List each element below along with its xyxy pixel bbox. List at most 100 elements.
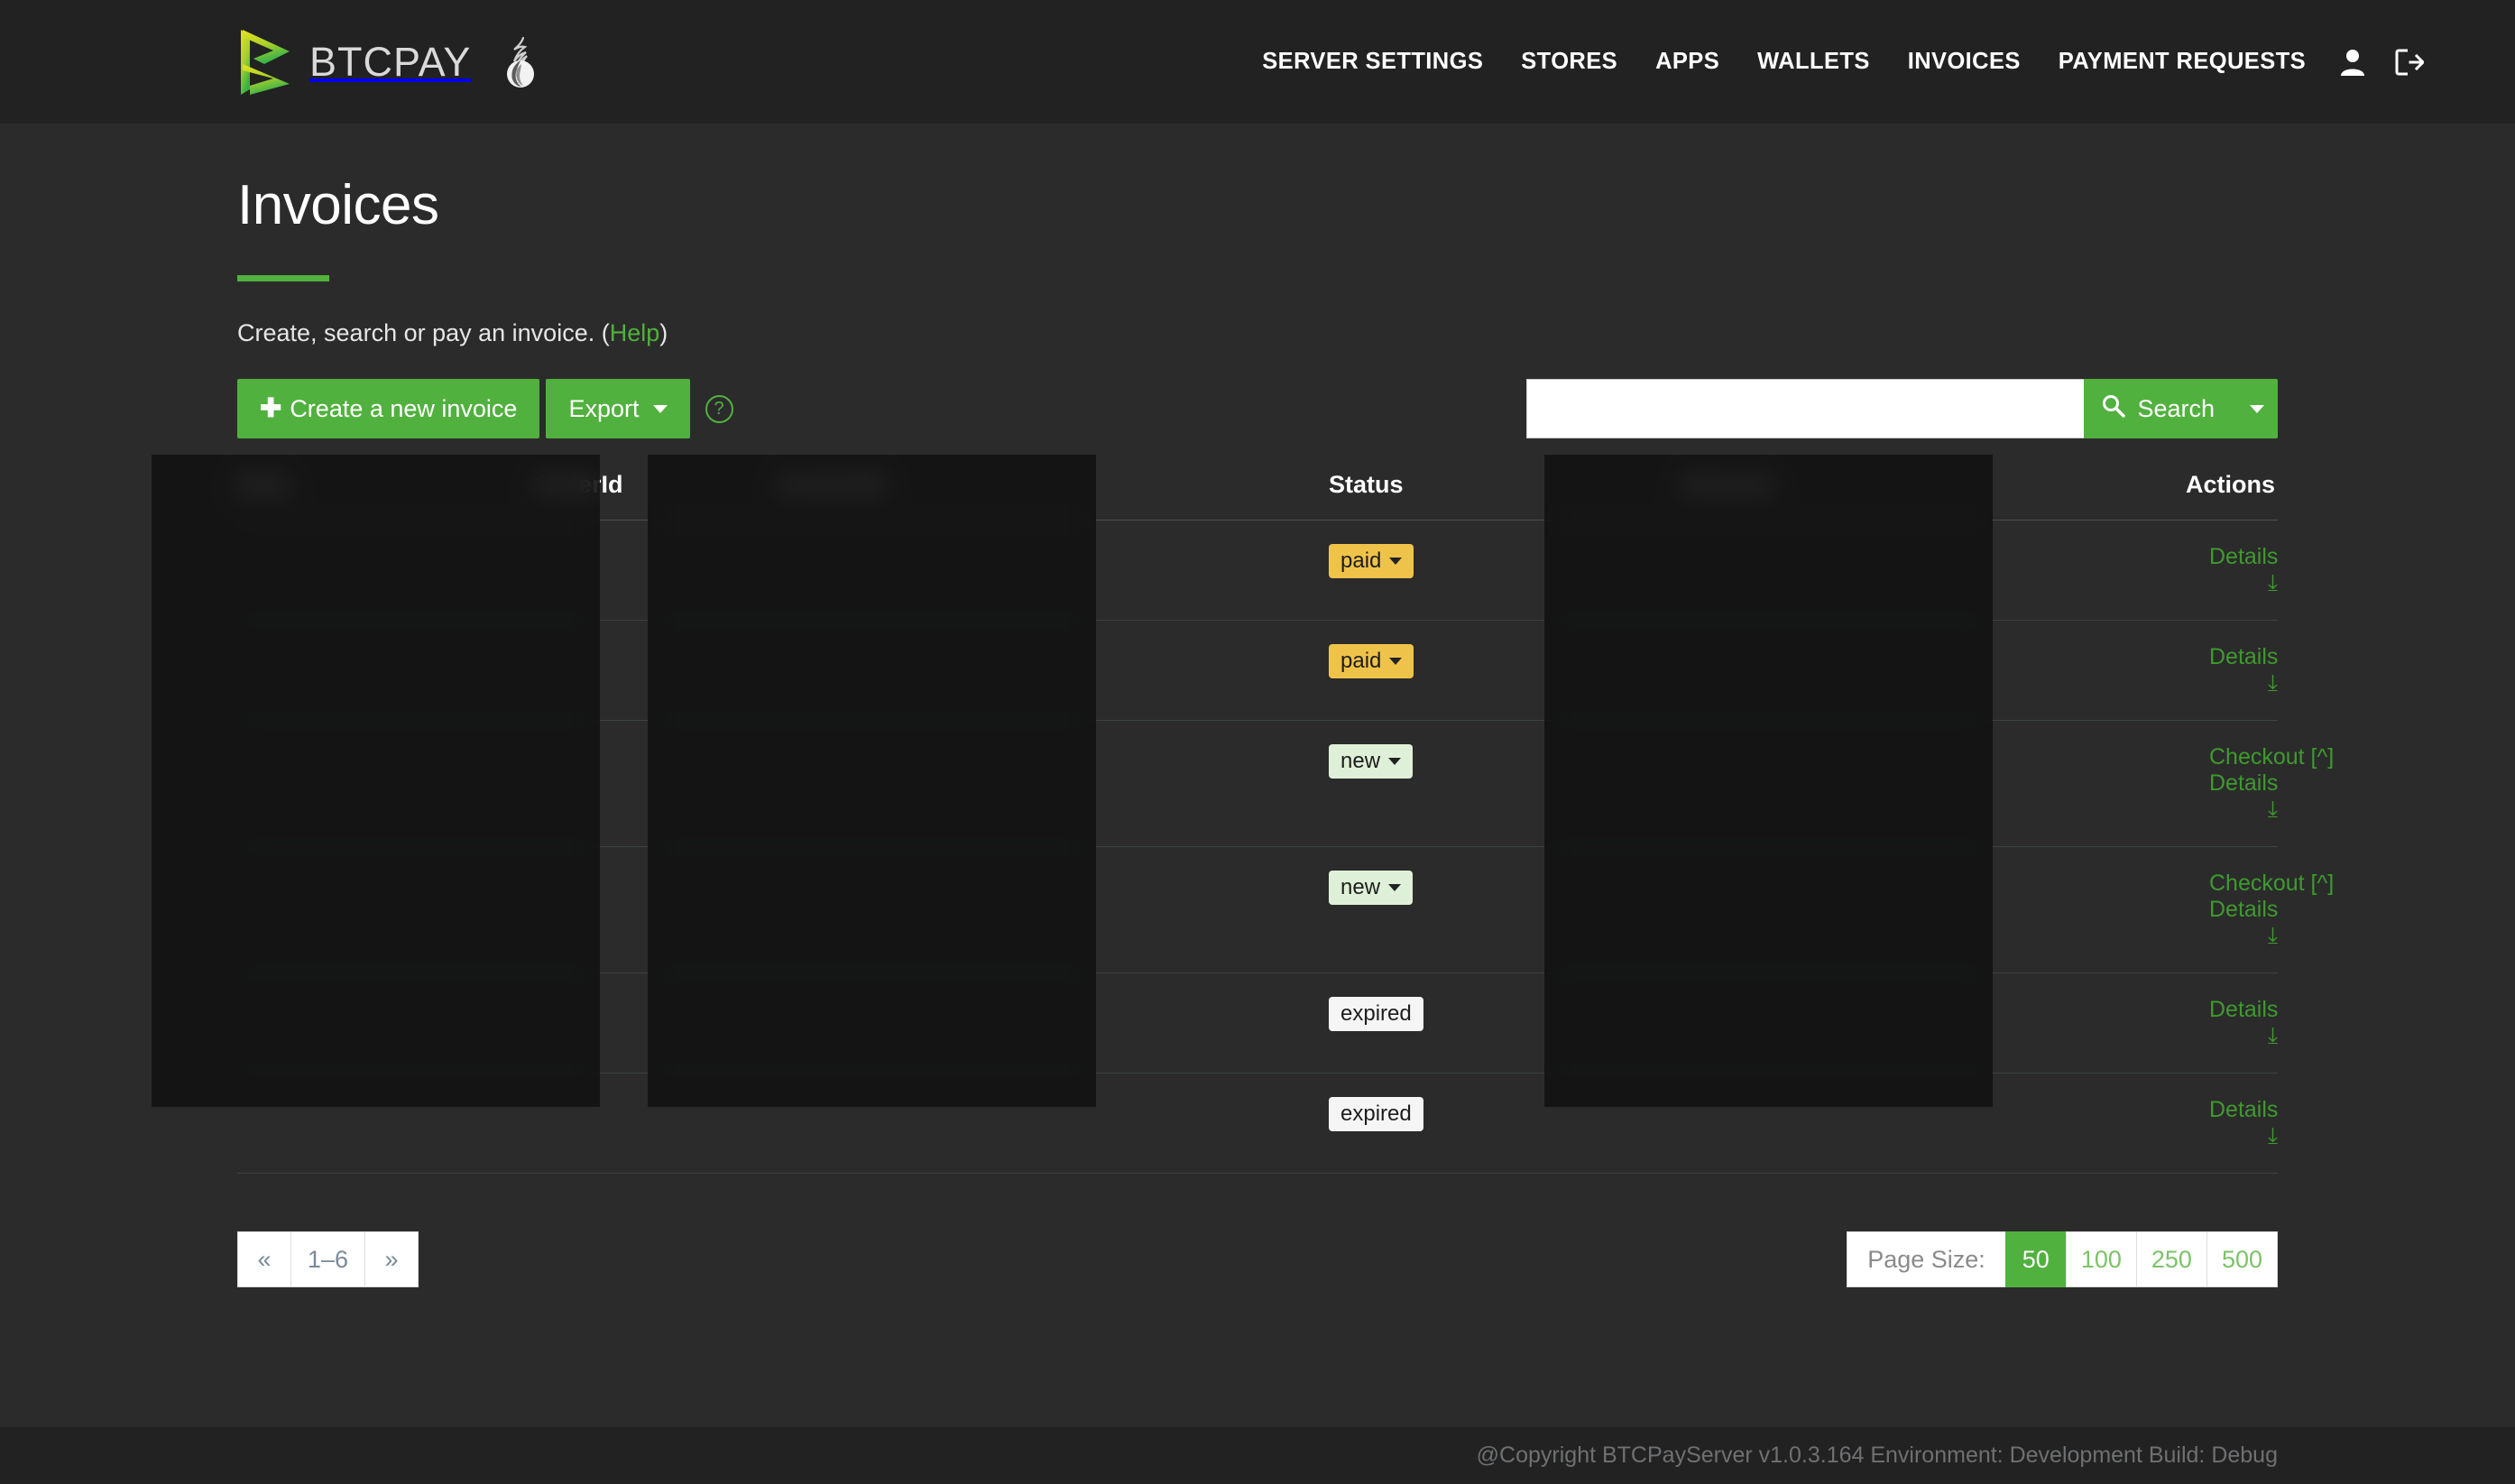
table-row: expired Details ⤓	[237, 972, 2278, 1074]
pagination-prev-button[interactable]: «	[237, 1231, 291, 1287]
status-badge[interactable]: paid	[1329, 644, 1414, 678]
status-badge-label: expired	[1340, 1001, 1412, 1026]
status-badge-label: paid	[1340, 548, 1382, 573]
column-header-actions: Actions	[2186, 471, 2278, 521]
column-header-date[interactable]: Date	[237, 471, 535, 521]
cell-orderid	[535, 520, 778, 621]
export-button[interactable]: Export	[546, 379, 690, 438]
status-badge[interactable]: new	[1329, 744, 1414, 779]
details-link[interactable]: Details	[2209, 997, 2278, 1022]
details-link[interactable]: Details	[2209, 770, 2278, 796]
table-row: paid Details ⤓	[237, 520, 2278, 621]
cell-invoiceid	[778, 846, 1329, 973]
sign-out-icon[interactable]	[2381, 49, 2438, 76]
cell-status: new	[1329, 720, 1681, 847]
plus-icon: ✚	[260, 393, 282, 423]
status-badge[interactable]: new	[1329, 871, 1414, 905]
status-badge-label: new	[1340, 749, 1381, 773]
search-button-label: Search	[2137, 394, 2215, 422]
details-link[interactable]: Details	[2209, 897, 2278, 922]
column-header-invoiceid[interactable]: InvoiceId	[778, 471, 1329, 521]
table-header-row: Date OrderId InvoiceId Status Amount Act…	[237, 471, 2278, 521]
status-badge[interactable]: expired	[1329, 997, 1423, 1031]
cell-amount	[1681, 972, 2186, 1074]
page-size-label: Page Size:	[1847, 1231, 2006, 1287]
cell-status: paid	[1329, 520, 1681, 621]
user-icon[interactable]	[2325, 48, 2381, 77]
cell-date	[237, 1073, 535, 1174]
top-navbar: BTCPAY SERVER SETTINGS STORES APPS WALLE…	[0, 0, 2515, 124]
create-new-invoice-label: Create a new invoice	[290, 394, 518, 422]
column-header-orderid[interactable]: OrderId	[535, 471, 778, 521]
search-group: Search	[1526, 379, 2278, 438]
status-badge[interactable]: paid	[1329, 544, 1414, 578]
cell-date	[237, 620, 535, 721]
table-row: paid Details ⤓	[237, 620, 2278, 721]
cell-amount	[1681, 1073, 2186, 1174]
cell-actions: Checkout [^] Details ⤓	[2186, 846, 2334, 973]
caret-down-icon	[1389, 558, 1403, 565]
search-input[interactable]	[1526, 379, 2085, 438]
invoice-toolbar: ✚ Create a new invoice Export ? Search	[237, 379, 2278, 438]
pagination: « 1–6 »	[237, 1231, 419, 1287]
tor-onion-icon	[487, 36, 541, 88]
table-row: new Checkout [^] Details ⤓	[237, 720, 2334, 847]
cell-date	[237, 972, 535, 1074]
nav-item-server-settings[interactable]: SERVER SETTINGS	[1243, 49, 1502, 75]
nav-item-apps[interactable]: APPS	[1636, 49, 1738, 75]
btcpay-b-logo-icon	[237, 28, 293, 97]
help-link[interactable]: Help	[610, 319, 660, 346]
invoices-table: Date OrderId InvoiceId Status Amount Act…	[237, 471, 2334, 1174]
invoices-table-wrapper: Date OrderId InvoiceId Status Amount Act…	[152, 455, 2334, 1174]
nav-item-wallets[interactable]: WALLETS	[1738, 49, 1889, 75]
page-size-option-100[interactable]: 100	[2065, 1231, 2137, 1287]
details-link[interactable]: Details	[2209, 544, 2278, 569]
double-chevron-down-icon[interactable]: ⤓	[2268, 572, 2278, 595]
checkout-link[interactable]: Checkout [^]	[2209, 871, 2334, 896]
page-description-text-end: )	[659, 319, 668, 346]
cell-actions: Checkout [^] Details ⤓	[2186, 720, 2334, 847]
search-button[interactable]: Search	[2084, 379, 2236, 438]
nav-item-stores[interactable]: STORES	[1502, 49, 1636, 75]
nav-item-invoices[interactable]: INVOICES	[1889, 49, 2040, 75]
search-icon	[2102, 394, 2126, 424]
cell-orderid	[535, 720, 778, 847]
brand-logo-link[interactable]: BTCPAY	[237, 28, 541, 97]
cell-invoiceid	[778, 1073, 1329, 1174]
status-badge[interactable]: expired	[1329, 1097, 1423, 1131]
page-size-option-250[interactable]: 250	[2135, 1231, 2207, 1287]
cell-invoiceid	[778, 620, 1329, 721]
pagination-range-label[interactable]: 1–6	[290, 1231, 366, 1287]
page-footer: @Copyright BTCPayServer v1.0.3.164 Envir…	[0, 1427, 2515, 1484]
double-chevron-down-icon[interactable]: ⤓	[2268, 1125, 2278, 1148]
double-chevron-down-icon[interactable]: ⤓	[2268, 798, 2278, 821]
cell-amount	[1681, 720, 2186, 847]
search-options-dropdown-button[interactable]	[2236, 379, 2278, 438]
column-header-status: Status	[1329, 471, 1681, 521]
page-size-selector: Page Size: 50 100 250 500	[1847, 1231, 2278, 1287]
invoices-table-body: paid Details ⤓ paid Details ⤓ new Checko…	[237, 520, 2334, 1174]
question-circle-icon[interactable]: ?	[705, 394, 733, 423]
details-link[interactable]: Details	[2209, 1097, 2278, 1122]
page-size-option-50[interactable]: 50	[2004, 1231, 2067, 1287]
page-title: Invoices	[237, 174, 439, 236]
page-size-option-500[interactable]: 500	[2206, 1231, 2278, 1287]
checkout-link[interactable]: Checkout [^]	[2209, 744, 2334, 770]
create-new-invoice-button[interactable]: ✚ Create a new invoice	[237, 379, 540, 438]
cell-invoiceid	[778, 720, 1329, 847]
status-badge-label: new	[1340, 875, 1381, 899]
cell-amount	[1681, 846, 2186, 973]
double-chevron-down-icon[interactable]: ⤓	[2268, 672, 2278, 695]
double-chevron-down-icon[interactable]: ⤓	[2268, 1025, 2278, 1047]
caret-down-icon	[2250, 404, 2264, 413]
caret-down-icon	[1388, 758, 1402, 765]
details-link[interactable]: Details	[2209, 644, 2278, 669]
nav-item-payment-requests[interactable]: PAYMENT REQUESTS	[2040, 49, 2325, 75]
table-footer-controls: « 1–6 » Page Size: 50 100 250 500	[237, 1231, 2278, 1287]
table-row: new Checkout [^] Details ⤓	[237, 846, 2334, 973]
footer-copyright-text: @Copyright BTCPayServer v1.0.3.164 Envir…	[1476, 1443, 2278, 1468]
cell-actions: Details ⤓	[2186, 972, 2278, 1074]
pagination-next-button[interactable]: »	[364, 1231, 419, 1287]
cell-status: expired	[1329, 1073, 1681, 1174]
double-chevron-down-icon[interactable]: ⤓	[2268, 925, 2278, 947]
